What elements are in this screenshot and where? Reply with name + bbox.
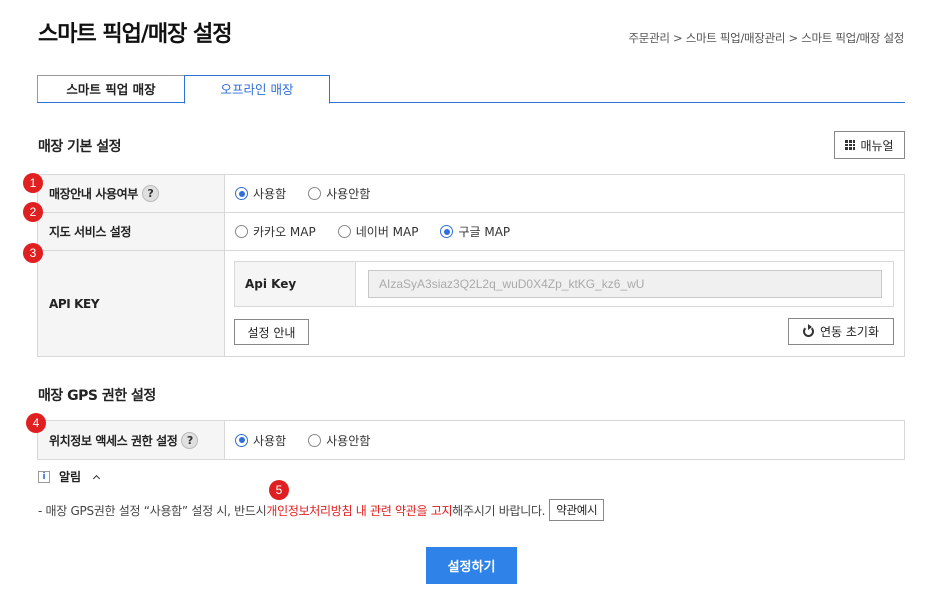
annotation-marker: 1 xyxy=(23,173,43,193)
map-service-label: 지도 서비스 설정 xyxy=(38,213,225,250)
gps-permission-label: 위치정보 액세스 권한 설정 xyxy=(49,433,178,448)
terms-example-button[interactable]: 약관예시 xyxy=(549,499,605,521)
annotation-marker: 2 xyxy=(23,202,43,222)
row-map-service: 지도 서비스 설정 카카오 MAP 네이버 MAP 구글 MAP xyxy=(38,213,904,251)
radio-guide-not-use[interactable]: 사용안함 xyxy=(308,185,370,202)
radio-map-naver[interactable]: 네이버 MAP xyxy=(337,223,418,240)
row-label: 매장안내 사용여부 ? xyxy=(38,175,225,212)
radio-gps-use[interactable]: 사용함 xyxy=(235,432,286,449)
row-gps-permission: 위치정보 액세스 권한 설정 ? 사용함 사용안함 xyxy=(38,421,904,460)
radio-map-kakao[interactable]: 카카오 MAP xyxy=(235,223,316,240)
info-icon: i xyxy=(38,470,50,483)
radio-unchecked-icon xyxy=(337,225,351,238)
radio-unchecked-icon xyxy=(235,225,248,238)
gps-permission-options: 사용함 사용안함 xyxy=(225,421,904,459)
tab-smart-pickup[interactable]: 스마트 픽업 매장 xyxy=(37,75,185,102)
notice-text-after: 해주시기 바랍니다. xyxy=(452,503,546,518)
api-key-input-wrap xyxy=(356,262,893,306)
breadcrumb: 주문관리 > 스마트 픽업/매장관리 > 스마트 픽업/매장 설정 xyxy=(628,31,905,45)
radio-guide-use[interactable]: 사용함 xyxy=(235,185,286,202)
api-key-label: API KEY xyxy=(38,251,225,356)
row-store-guide: 매장안내 사용여부 ? 사용함 사용안함 xyxy=(38,175,904,213)
annotation-marker: 4 xyxy=(26,413,46,433)
help-icon[interactable]: ? xyxy=(181,431,199,449)
radio-checked-icon xyxy=(235,433,248,447)
store-guide-label: 매장안내 사용여부 xyxy=(49,187,138,201)
tab-bar: 스마트 픽업 매장 오프라인 매장 xyxy=(37,75,905,104)
notice-text-before: - 매장 GPS권한 설정 “사용함” 설정 시, 반드시 xyxy=(38,503,267,518)
api-key-input[interactable] xyxy=(368,270,882,298)
map-service-options: 카카오 MAP 네이버 MAP 구글 MAP xyxy=(225,213,904,250)
radio-checked-icon xyxy=(440,225,454,238)
manual-button[interactable]: 매뉴얼 xyxy=(834,131,905,159)
manual-button-label: 매뉴얼 xyxy=(860,138,894,153)
submit-button[interactable]: 설정하기 xyxy=(426,547,517,584)
store-guide-options: 사용함 사용안함 xyxy=(225,175,904,212)
radio-unchecked-icon xyxy=(308,187,322,200)
setup-guide-button[interactable]: 설정 안내 xyxy=(234,319,309,345)
radio-unchecked-icon xyxy=(308,433,322,447)
radio-gps-not-use[interactable]: 사용안함 xyxy=(308,432,370,449)
section-title-gps: 매장 GPS 권한 설정 xyxy=(38,388,156,404)
notice-toggle[interactable]: i 알림 xyxy=(38,468,101,485)
reset-link-label: 연동 초기화 xyxy=(819,325,879,339)
notice-text: - 매장 GPS권한 설정 “사용함” 설정 시, 반드시 개인정보처리방침 내… xyxy=(38,499,605,521)
radio-map-google[interactable]: 구글 MAP xyxy=(440,223,510,240)
section-title-basic: 매장 기본 설정 xyxy=(38,139,122,155)
annotation-marker: 3 xyxy=(23,243,43,263)
page-title: 스마트 픽업/매장 설정 xyxy=(38,22,233,47)
api-key-box: Api Key xyxy=(234,261,894,307)
row-label: 위치정보 액세스 권한 설정 ? xyxy=(38,421,225,459)
refresh-icon xyxy=(802,324,814,337)
grid-icon xyxy=(845,140,856,150)
reset-link-button[interactable]: 연동 초기화 xyxy=(788,318,894,345)
help-icon[interactable]: ? xyxy=(141,185,159,202)
chevron-up-icon xyxy=(93,474,101,482)
api-key-inner-label: Api Key xyxy=(235,262,356,306)
radio-checked-icon xyxy=(235,187,248,200)
notice-text-highlight: 개인정보처리방침 내 관련 약관을 고지 xyxy=(266,503,453,518)
annotation-marker: 5 xyxy=(269,480,289,500)
notice-title: 알림 xyxy=(59,470,82,484)
gps-settings-table: 위치정보 액세스 권한 설정 ? 사용함 사용안함 xyxy=(37,420,905,460)
tab-offline-store[interactable]: 오프라인 매장 xyxy=(184,75,330,104)
